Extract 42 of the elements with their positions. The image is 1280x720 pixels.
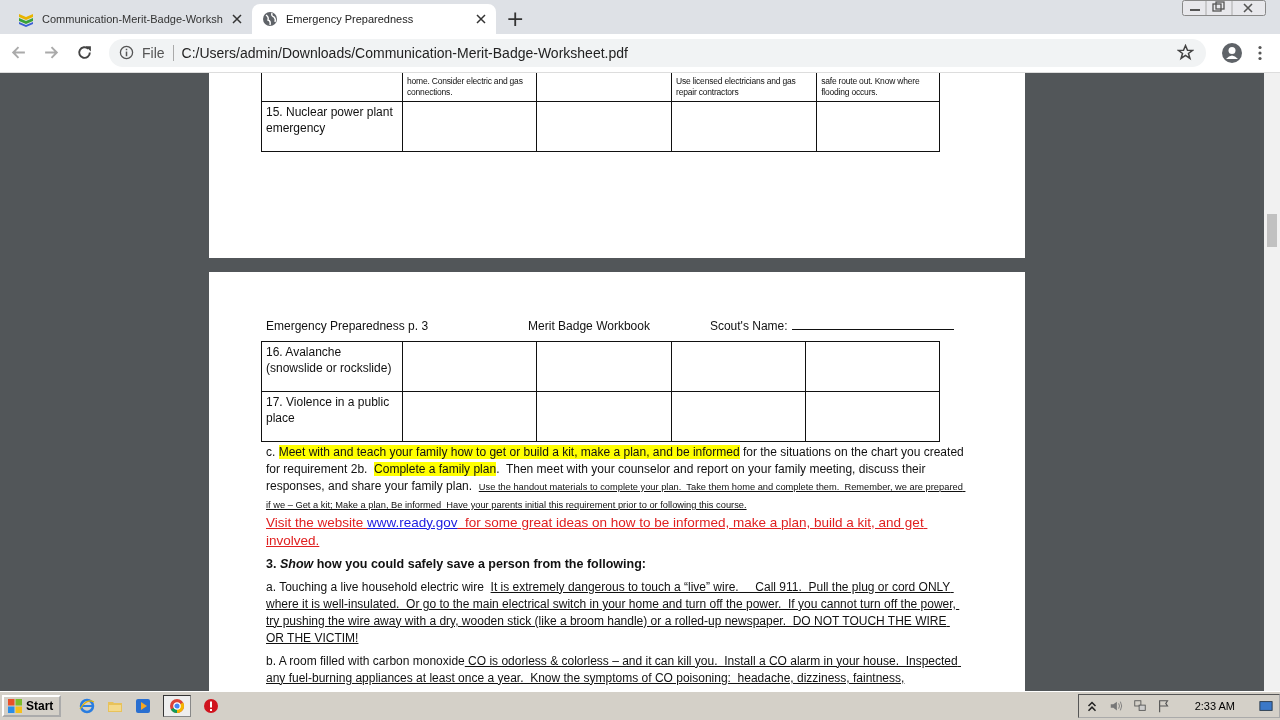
media-player-icon[interactable] [135,698,152,715]
table-cell: 15. Nuclear power plant emergency [266,105,393,136]
reload-icon[interactable] [76,44,93,62]
paragraph: b. A room filled with carbon monoxide CO is odorless & colorless – and it can kill you. Install a CO alarm in your house. Inspected any fuel-burning appliances at least once a year. Know the symptoms of CO poisoning: headache, dizziness, faintness, [265,652,959,687]
scrollbar-thumb[interactable] [1267,213,1277,247]
url-text: C:/Users/admin/Downloads/Communication-Merit-Badge-Worksheet.pdf [181,44,628,61]
table-cell: safe route out. Know where flooding occurs. [821,76,920,98]
browser-e-icon[interactable] [79,698,96,715]
menu-icon[interactable] [1258,44,1262,61]
table-cell: 17. Violence in a public place [266,394,390,425]
flag-icon[interactable] [1156,699,1171,714]
table-cell: Use licensed electricians and gas repair contractors [676,76,796,98]
bookmark-star-icon[interactable] [1177,44,1194,62]
workbook-title: Merit Badge Workbook [528,318,650,333]
windows-logo-icon [7,698,23,715]
address-field[interactable]: File C:/Users/admin/Downloads/Communication-Merit-Badge-Worksheet.pdf [109,38,1206,67]
close-icon[interactable] [476,13,486,24]
table-cell: home. Consider electric and gas connections. [407,76,523,98]
taskbar-button[interactable] [163,695,192,718]
new-tab-button[interactable]: + [496,3,535,34]
section-heading: 3. Show how you could safely save a person from the following: [265,555,647,573]
info-icon[interactable] [119,45,134,61]
table-cell: 16. Avalanche (snowslide or rockslide) [266,344,392,375]
network-icon[interactable] [1132,699,1147,714]
security-label: File [142,44,165,61]
chrome-icon [169,698,186,715]
website-link[interactable]: www.ready.gov [367,514,458,530]
paragraph: a. Touching a live household electric wire It is extremely dangerous to touch a “live” wire. Call 911. Pull the plug or cord ONLY where it is well-insulated. Or go to the main electrical switch in your home and turn off the power. If you cannot turn off the power, try pushing the wire away with a dry, wooden stick (like a broom handle) or a rolled-up newspaper. DO NOT TOUCH THE WIRE OR THE VICTIM! [265,578,957,647]
page-title: Emergency Preparedness p. 3 [266,318,429,333]
paragraph: c. Meet with and teach your family how to get or build a kit, make a plan, and be informed for the situations on the chart you created for requirement 2b. Complete a family plan. Then meet with your counselor and report on your family meeting, discuss their responses, and share your family plan. Use the handout materials to complete your plan. Take them home and complete them. Remember, we are prepared if we – Get a kit; Make a plan, Be informed Have your parents initial this requirement prior to or following this course. [265,443,965,512]
clock: 2:33 AM [1194,700,1235,713]
show-desktop-icon[interactable] [1259,699,1273,714]
start-button[interactable]: Start [2,695,62,718]
browser-tab[interactable]: Communication-Merit-Badge-Worksh [8,3,252,34]
browser-tab[interactable]: Emergency Preparedness [252,3,496,34]
name-label: Scout's Name: [709,318,788,333]
account-icon[interactable] [1222,42,1242,63]
globe-icon [262,10,278,27]
stop-icon[interactable] [203,698,220,715]
website-note: Visit the website www.ready.gov for some great ideas on how to be informed, make a plan, build a kit, and get involved. [265,513,925,550]
window-controls[interactable] [1182,0,1266,16]
close-icon[interactable] [232,13,242,24]
